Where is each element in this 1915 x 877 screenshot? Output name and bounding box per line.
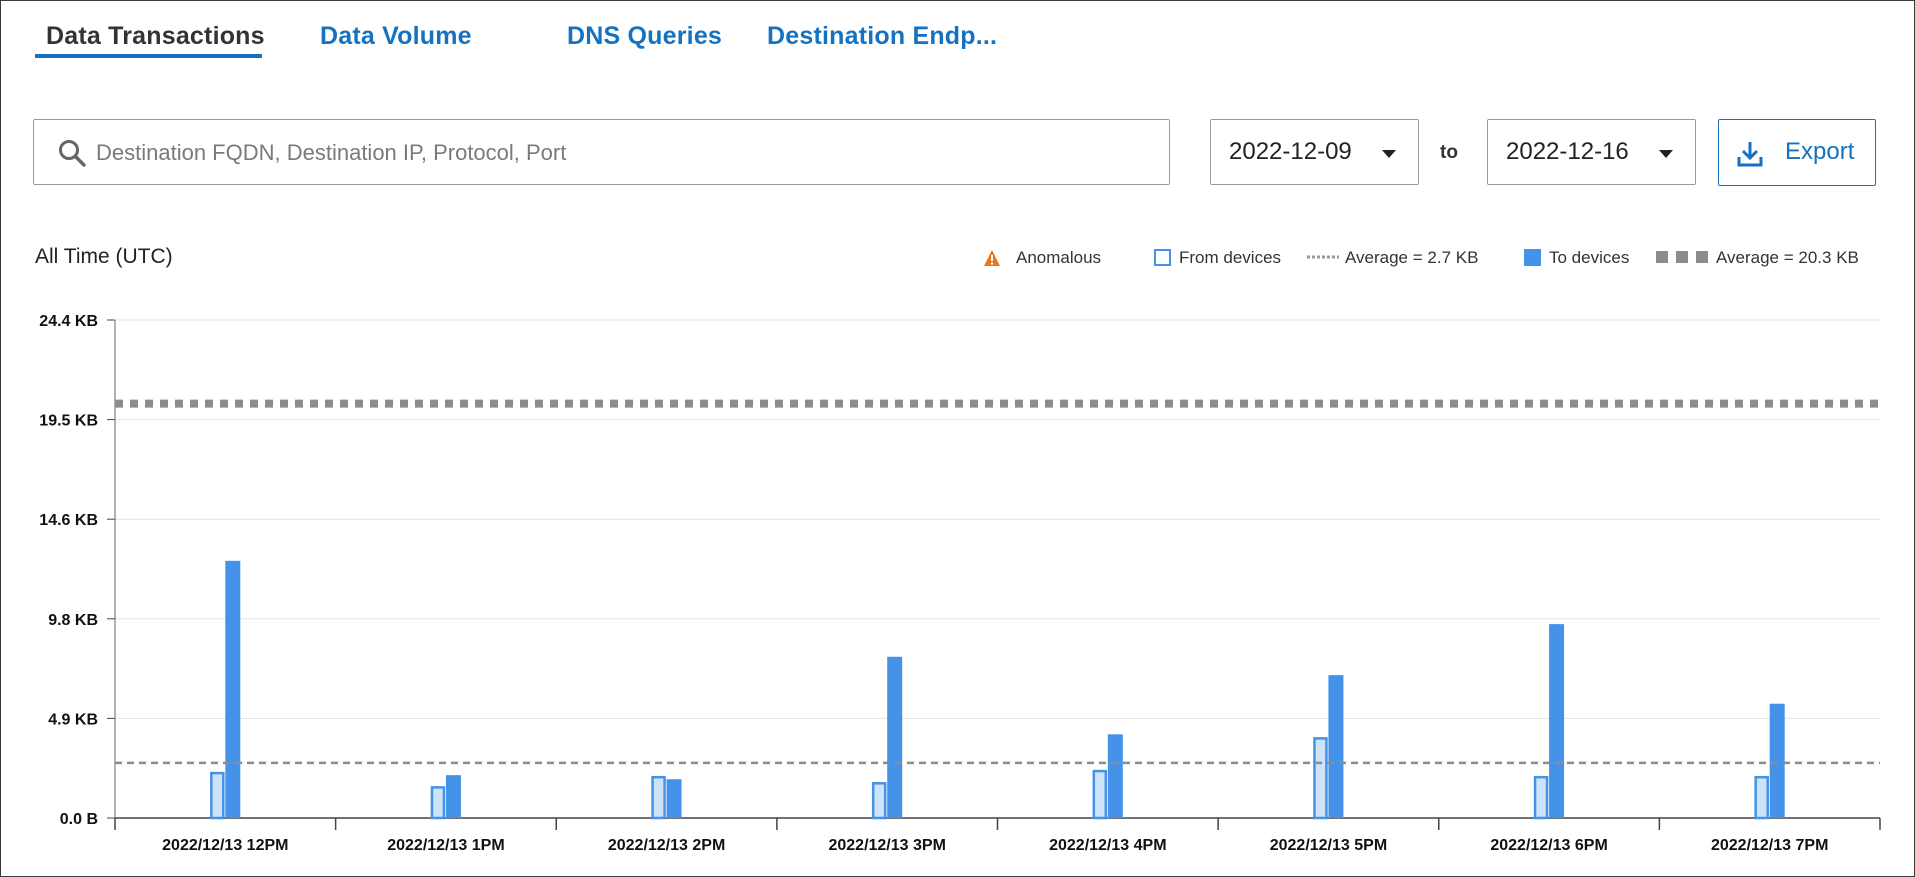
date-range-separator: to [1440, 142, 1458, 163]
tab-destination-endpoints[interactable]: Destination Endp... [767, 22, 997, 51]
legend-anomalous-label: Anomalous [1016, 248, 1102, 267]
export-button[interactable]: Export [1718, 119, 1876, 186]
export-label: Export [1785, 138, 1855, 165]
active-tab-indicator [35, 54, 262, 58]
tab-data-transactions[interactable]: Data Transactions [46, 22, 265, 51]
legend-to-average-label: Average = 20.3 KB [1716, 248, 1859, 267]
legend-from-devices-swatch [1154, 249, 1171, 266]
date-to-select[interactable]: 2022-12-16 [1487, 119, 1696, 185]
time-range-label: All Time (UTC) [35, 245, 173, 268]
search-box[interactable] [33, 119, 1170, 186]
legend-to-average-swatch [1656, 251, 1712, 263]
tab-data-volume[interactable]: Data Volume [320, 22, 472, 51]
legend-from-devices-label: From devices [1179, 248, 1282, 267]
download-icon [1737, 142, 1763, 167]
search-input[interactable] [94, 120, 1158, 186]
warning-icon [984, 250, 1000, 266]
date-from-select[interactable]: 2022-12-09 [1210, 119, 1419, 185]
tab-dns-queries[interactable]: DNS Queries [567, 22, 722, 51]
date-from-value: 2022-12-09 [1229, 138, 1352, 165]
legend-from-average-swatch [1307, 255, 1339, 259]
legend-to-devices-label: To devices [1549, 248, 1630, 267]
chevron-down-icon [1382, 150, 1396, 158]
legend-from-average-label: Average = 2.7 KB [1345, 248, 1479, 267]
search-icon [59, 140, 86, 167]
date-to-value: 2022-12-16 [1506, 138, 1629, 165]
legend-to-devices-swatch [1524, 249, 1541, 266]
chevron-down-icon [1659, 150, 1673, 158]
